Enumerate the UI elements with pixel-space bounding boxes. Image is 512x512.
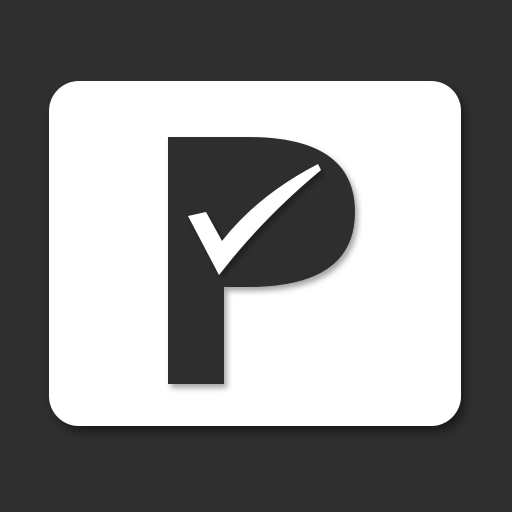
parking-check-icon (49, 81, 461, 426)
app-icon-canvas (0, 0, 512, 512)
